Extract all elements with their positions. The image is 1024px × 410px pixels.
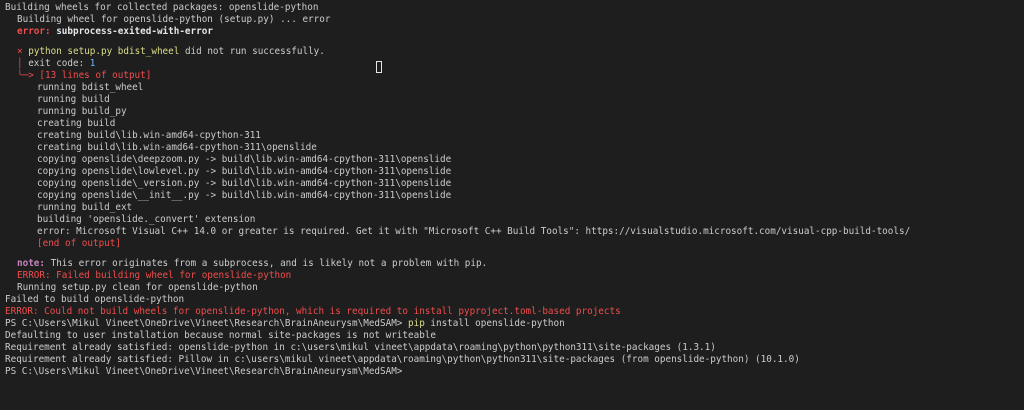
command-args: install openslide-python: [424, 318, 565, 329]
terminal-line: Requirement already satisfied: Pillow in…: [5, 354, 800, 365]
prompt-line: PS C:\Users\Mikul Vineet\OneDrive\Vineet…: [0, 318, 1024, 330]
terminal-line: running build_ext: [37, 202, 133, 213]
command-name: pip: [402, 318, 425, 329]
terminal-line: Building wheels for collected packages: …: [5, 2, 319, 13]
error-text: subprocess-exited-with-error: [50, 26, 213, 37]
terminal-line: ERROR: Failed building wheel for opensli…: [0, 270, 1024, 282]
error-message: ERROR: Failed building wheel for opensli…: [17, 270, 292, 281]
prompt-line: PS C:\Users\Mikul Vineet\OneDrive\Vineet…: [0, 366, 1024, 378]
terminal-line: Building wheel for openslide-python (set…: [17, 14, 331, 25]
terminal-line: running build_py: [37, 106, 127, 117]
note-label: note:: [17, 258, 45, 269]
terminal-line: creating build: [37, 118, 116, 129]
terminal-line: note: This error originates from a subpr…: [17, 258, 488, 269]
exit-code: 1: [89, 58, 96, 69]
terminal-line: running bdist_wheel: [37, 82, 144, 93]
terminal-line: copying openslide\_version.py -> build\l…: [37, 178, 452, 189]
terminal-line: Requirement already satisfied: openslide…: [5, 342, 716, 353]
terminal-line: Defaulting to user installation because …: [5, 330, 436, 341]
output-arrow-icon: ╰─>: [17, 70, 34, 81]
terminal-line: × python setup.py bdist_wheel did not ru…: [17, 46, 325, 57]
shell-prompt: PS C:\Users\Mikul Vineet\OneDrive\Vineet…: [5, 366, 403, 377]
terminal-line: copying openslide\__init__.py -> build\l…: [37, 190, 452, 201]
terminal-line: running build: [37, 94, 110, 105]
terminal-line: [end of output]: [0, 238, 1024, 250]
terminal-line: error: Microsoft Visual C++ 14.0 or grea…: [37, 226, 911, 237]
terminal-line: error: subprocess-exited-with-error: [0, 26, 1024, 38]
terminal-line: creating build\lib.win-amd64-cpython-311…: [37, 142, 317, 153]
terminal-line: Failed to build openslide-python: [5, 294, 185, 305]
failed-command: python setup.py bdist_wheel: [28, 46, 180, 57]
terminal-line: │ exit code: 1: [17, 58, 96, 69]
shell-prompt: PS C:\Users\Mikul Vineet\OneDrive\Vineet…: [5, 318, 403, 329]
terminal-line: copying openslide\deepzoom.py -> build\l…: [37, 154, 452, 165]
terminal-line: creating build\lib.win-amd64-cpython-311: [37, 130, 261, 141]
output-count: [13 lines of output]: [33, 70, 152, 81]
terminal-line: building 'openslide._convert' extension: [37, 214, 256, 225]
end-of-output: [end of output]: [37, 238, 121, 249]
terminal-output[interactable]: Building wheels for collected packages: …: [0, 0, 1024, 410]
error-mark-icon: ×: [17, 46, 23, 57]
terminal-line: Running setup.py clean for openslide-pyt…: [17, 282, 258, 293]
terminal-line: copying openslide\lowlevel.py -> build\l…: [37, 166, 452, 177]
text-cursor-icon: [376, 61, 382, 73]
terminal-line: ERROR: Could not build wheels for opensl…: [0, 306, 1024, 318]
error-label: error:: [17, 26, 51, 37]
terminal-line: ╰─> [13 lines of output]: [0, 70, 1024, 82]
error-message: ERROR: Could not build wheels for opensl…: [5, 306, 621, 317]
